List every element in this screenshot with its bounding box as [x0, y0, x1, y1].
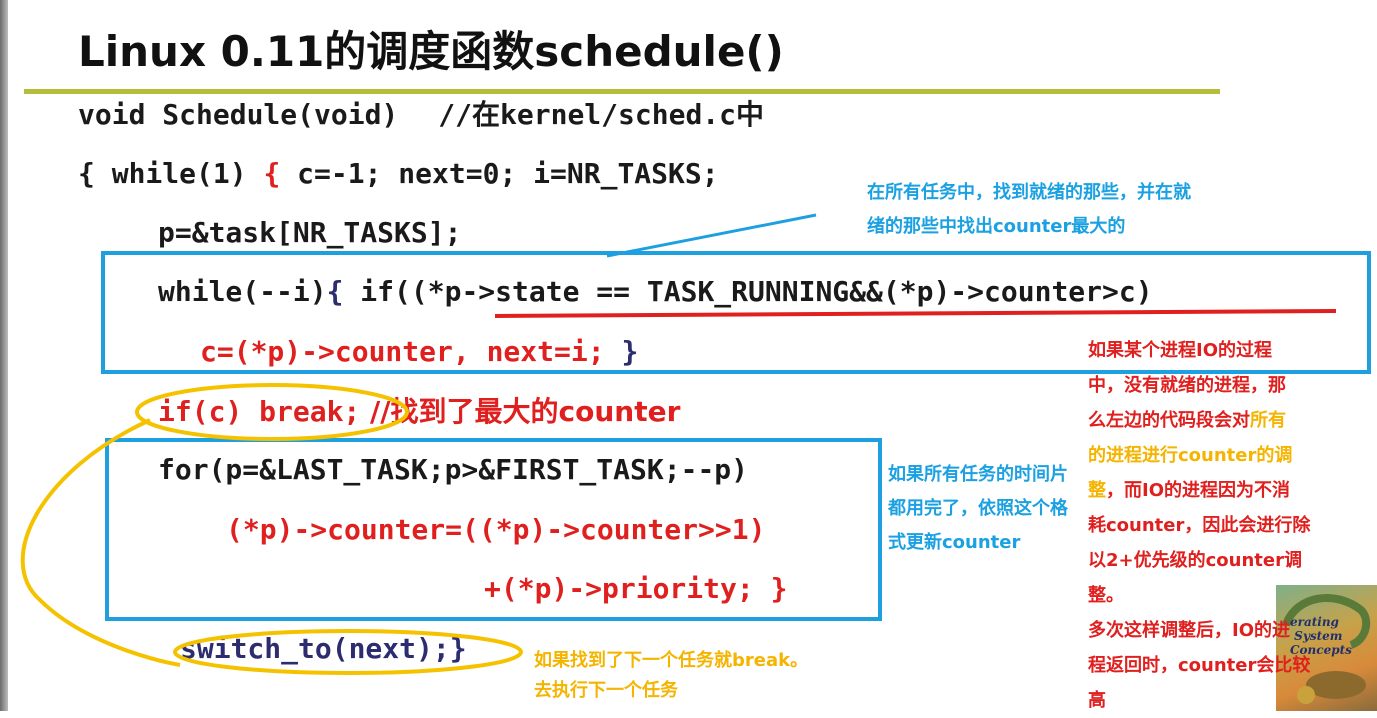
blue-pointer-line [606, 213, 817, 258]
note-right-line-9: 多次这样调整后，IO的进 [1088, 620, 1290, 641]
note-right-line-6: 耗counter，因此会进行除 [1088, 515, 1311, 536]
note-right-line-1: 如果某个进程IO的过程 [1088, 340, 1272, 361]
note-bottom-line-1: 如果找到了下一个任务就break。 [534, 650, 809, 671]
note-top-line-2: 绪的那些中找出counter最大的 [867, 216, 1126, 237]
note-right-line-3: 么左边的代码段会对所有 [1088, 410, 1286, 431]
red-underline [494, 309, 1337, 318]
note-mid-line-3: 式更新counter [888, 532, 1021, 553]
note-right-line-11: 高 [1088, 690, 1106, 711]
note-right-line-8: 整。 [1088, 585, 1124, 606]
ellipse-switch-to [173, 629, 523, 675]
note-right-line-7: 以2+优先级的counter调 [1088, 550, 1302, 571]
note-mid-line-2: 都用完了，依照这个格 [888, 498, 1068, 519]
note-right-line-2: 中，没有就绪的进程，那 [1088, 375, 1286, 396]
note-mid-line-1: 如果所有任务的时间片 [888, 464, 1068, 485]
note-right-line-5: 整，而IO的进程因为不消 [1088, 480, 1290, 501]
note-right-line-10: 程返回时，counter会比较 [1088, 655, 1311, 676]
loop-arrow [20, 418, 181, 667]
ellipse-if-break [135, 383, 409, 441]
book-cover-image: erating System Concepts [1276, 585, 1377, 711]
note-right-line-4: 的进程进行counter的调 [1088, 445, 1293, 466]
note-bottom-line-2: 去执行下一个任务 [534, 680, 678, 701]
note-top-line-1: 在所有任务中，找到就绪的那些，并在就 [867, 182, 1191, 203]
